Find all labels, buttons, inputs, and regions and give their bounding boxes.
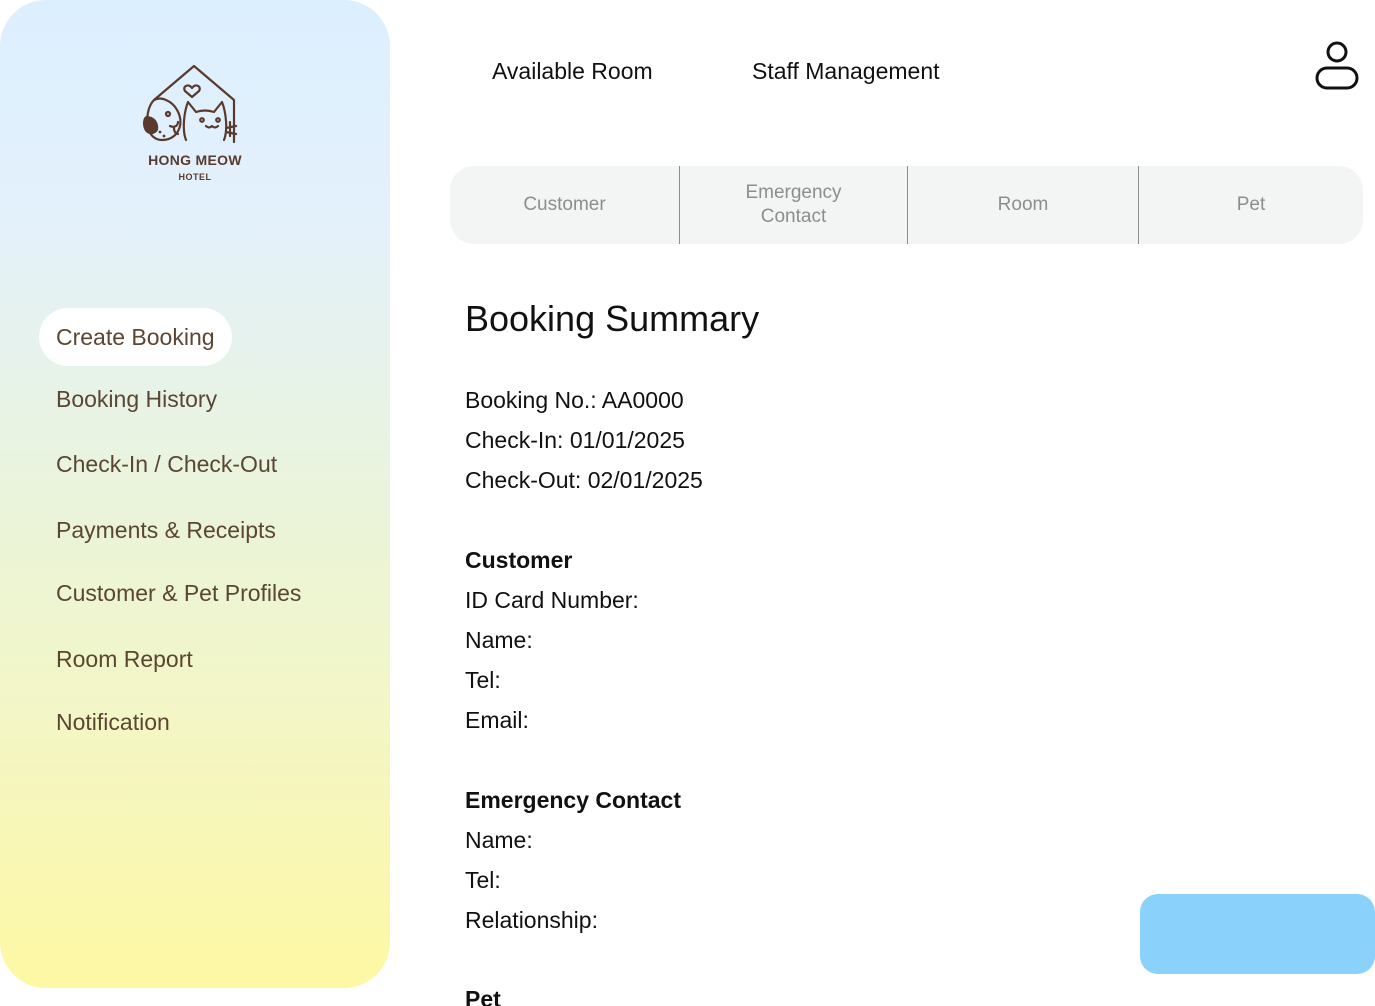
pet-section-heading: Pet <box>465 986 501 1006</box>
nav-available-room[interactable]: Available Room <box>492 58 653 85</box>
tab-pet[interactable]: Pet <box>1138 166 1363 244</box>
hotel-logo-icon <box>143 64 238 144</box>
emergency-section-heading: Emergency Contact <box>465 787 682 813</box>
sidebar-item-payments-receipts[interactable]: Payments & Receipts <box>56 517 276 544</box>
sidebar-item-customer-pet-profiles[interactable]: Customer & Pet Profiles <box>56 580 301 607</box>
tab-pet-label: Pet <box>1236 194 1266 215</box>
tab-emergency-contact[interactable]: Emergency Contact <box>679 166 907 244</box>
tab-customer[interactable]: Customer <box>450 166 679 244</box>
tab-customer-label: Customer <box>523 194 606 215</box>
tab-emergency-line2: Contact <box>760 206 827 227</box>
emergency-tel-label: Tel: <box>465 867 501 893</box>
tab-emergency-line1: Emergency <box>745 182 842 203</box>
sidebar-item-notification[interactable]: Notification <box>56 709 170 736</box>
brand-name: HONG MEOW <box>148 152 242 168</box>
page-title: Booking Summary <box>465 298 760 339</box>
sidebar-item-create-booking[interactable]: Create Booking <box>39 308 232 366</box>
booking-steps-tabs: Customer Emergency Contact Room Pet <box>450 166 1363 244</box>
customer-section-heading: Customer <box>465 547 573 573</box>
sidebar-item-check-in-check-out[interactable]: Check-In / Check-Out <box>56 451 277 478</box>
customer-id-card-label: ID Card Number: <box>465 587 639 613</box>
emergency-name-label: Name: <box>465 827 533 853</box>
sidebar-item-room-report[interactable]: Room Report <box>56 646 193 673</box>
nav-staff-management[interactable]: Staff Management <box>752 58 940 85</box>
check-out-date: Check-Out: 02/01/2025 <box>465 467 703 493</box>
customer-tel-label: Tel: <box>465 667 501 693</box>
confirm-booking-button[interactable] <box>1140 894 1375 974</box>
user-profile-icon[interactable] <box>1314 40 1360 94</box>
booking-number: Booking No.: AA0000 <box>465 387 684 413</box>
brand-sub: HOTEL <box>178 172 212 182</box>
check-in-date: Check-In: 01/01/2025 <box>465 427 685 453</box>
customer-name-label: Name: <box>465 627 533 653</box>
tab-emergency-contact-label: Emergency Contact <box>745 181 841 229</box>
tab-room-label: Room <box>997 194 1049 215</box>
sidebar: HONG MEOW HOTEL Create Booking Booking H… <box>0 0 390 988</box>
customer-email-label: Email: <box>465 707 529 733</box>
tab-room[interactable]: Room <box>907 166 1138 244</box>
emergency-relationship-label: Relationship: <box>465 907 598 933</box>
sidebar-item-booking-history[interactable]: Booking History <box>56 386 217 413</box>
